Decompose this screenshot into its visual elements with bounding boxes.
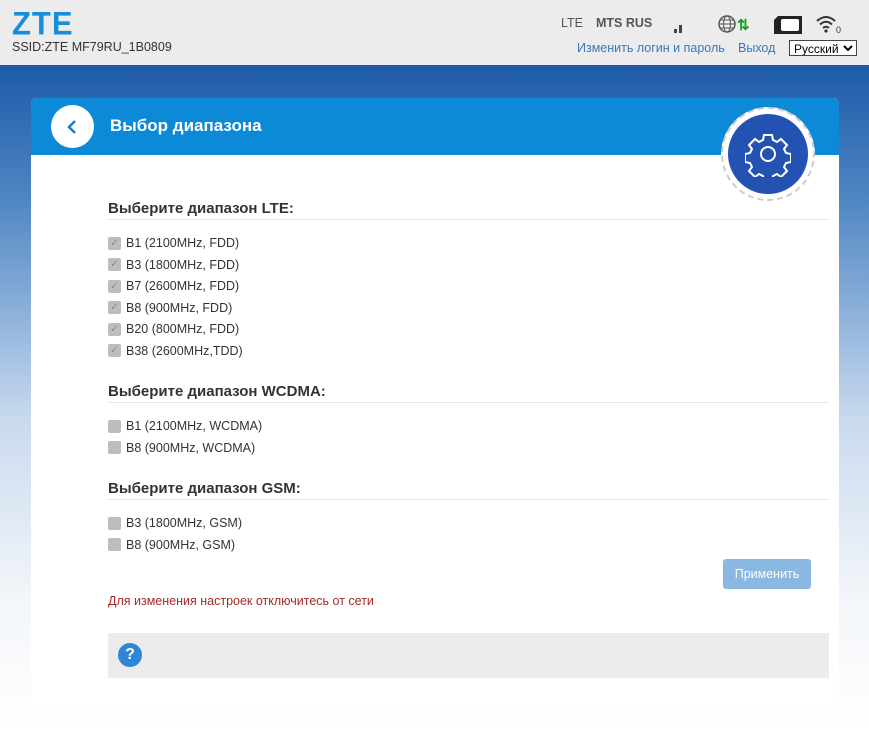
checkbox[interactable] <box>108 419 121 433</box>
lte-band-item[interactable]: ✓ B3 (1800MHz, FDD) <box>108 258 239 272</box>
language-select[interactable]: Русский <box>789 40 857 56</box>
band-label: B7 (2600MHz, FDD) <box>126 279 240 293</box>
band-label: B1 (2100MHz, WCDMA) <box>126 419 263 433</box>
back-button[interactable] <box>51 105 94 148</box>
help-icon[interactable]: ? <box>118 643 142 667</box>
change-login-link[interactable]: Изменить логин и пароль <box>577 41 725 55</box>
battery-icon <box>774 16 802 34</box>
band-selection-card: Выбор диапазона Выберите диапазон LTE: В… <box>31 98 839 705</box>
logout-link[interactable]: Выход <box>738 41 775 55</box>
band-label: B8 (900MHz, GSM) <box>126 537 236 552</box>
card-header: Выбор диапазона <box>31 98 839 155</box>
checkbox[interactable] <box>108 516 121 530</box>
checkbox[interactable]: ✓ <box>108 258 121 271</box>
page-title: Выбор диапазона <box>110 116 262 135</box>
zte-logo: ZTE <box>12 5 74 42</box>
chevron-left-icon <box>66 119 76 134</box>
lte-band-item[interactable]: ✓ B20 (800MHz, FDD) <box>108 322 239 336</box>
signal-icon <box>674 17 692 33</box>
checkbox[interactable] <box>108 538 121 551</box>
wifi-icon <box>816 16 836 33</box>
operator: MTS RUS <box>596 16 653 30</box>
globe-icon <box>718 15 736 33</box>
gsm-band-item[interactable]: B3 (1800MHz, GSM) <box>108 516 242 530</box>
checkbox[interactable] <box>108 441 121 454</box>
checkbox[interactable]: ✓ <box>108 236 121 250</box>
help-panel: ? <box>108 633 829 678</box>
top-bar: ZTE SSID:ZTE MF79RU_1B0809 LTE MTS RUS ⇅… <box>0 0 869 65</box>
lte-band-item[interactable]: ✓ B7 (2600MHz, FDD) <box>108 279 239 293</box>
data-transfer-icon: ⇅ <box>737 17 750 34</box>
wifi-clients: 0 <box>836 25 842 35</box>
band-label: B1 (2100MHz, FDD) <box>126 236 240 250</box>
apply-button[interactable]: Применить <box>723 559 811 589</box>
band-label: B38 (2600MHz,TDD) <box>126 343 243 358</box>
network-type: LTE <box>561 16 583 30</box>
wcdma-band-item[interactable]: B1 (2100MHz, WCDMA) <box>108 419 262 433</box>
lte-band-item[interactable]: ✓ B1 (2100MHz, FDD) <box>108 236 239 250</box>
warning-text: Для изменения настроек отключитесь от се… <box>108 594 374 608</box>
band-label: B8 (900MHz, WCDMA) <box>126 440 256 455</box>
lte-band-item[interactable]: ✓ B38 (2600MHz,TDD) <box>108 344 243 358</box>
settings-badge <box>721 107 815 201</box>
checkbox[interactable]: ✓ <box>108 322 121 336</box>
gear-icon <box>745 134 791 177</box>
ssid: SSID:ZTE MF79RU_1B0809 <box>12 40 172 54</box>
wcdma-band-item[interactable]: B8 (900MHz, WCDMA) <box>108 441 255 455</box>
band-label: B8 (900MHz, FDD) <box>126 300 233 315</box>
lte-band-item[interactable]: ✓ B8 (900MHz, FDD) <box>108 301 232 315</box>
band-label: B3 (1800MHz, GSM) <box>126 516 243 530</box>
band-label: B3 (1800MHz, FDD) <box>126 257 240 272</box>
checkbox[interactable]: ✓ <box>108 301 121 314</box>
checkbox[interactable]: ✓ <box>108 344 121 357</box>
gsm-heading: Выберите диапазон GSM: <box>108 480 829 500</box>
checkbox[interactable]: ✓ <box>108 279 121 293</box>
lte-heading: Выберите диапазон LTE: <box>108 200 829 220</box>
band-label: B20 (800MHz, FDD) <box>126 322 240 336</box>
gsm-band-item[interactable]: B8 (900MHz, GSM) <box>108 538 235 552</box>
wcdma-heading: Выберите диапазон WCDMA: <box>108 383 829 403</box>
